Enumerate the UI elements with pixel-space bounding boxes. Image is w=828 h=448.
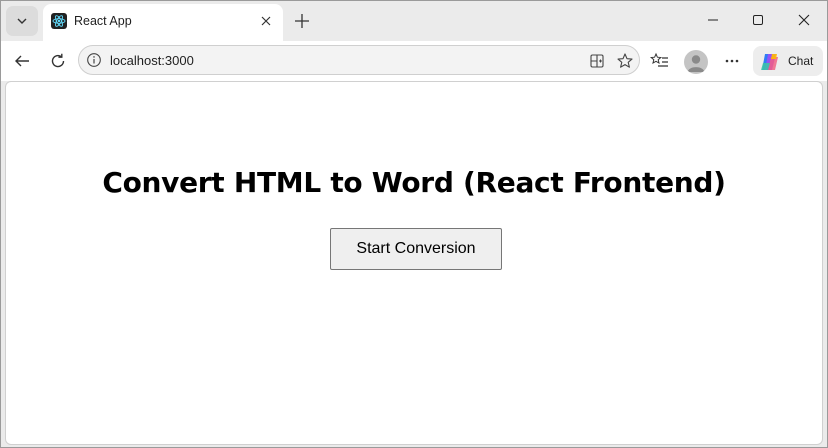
tab-actions-button[interactable] [6,6,38,36]
address-url: localhost:3000 [110,53,194,68]
start-conversion-button[interactable]: Start Conversion [330,228,502,270]
back-button[interactable] [8,47,36,75]
info-icon[interactable] [86,52,102,68]
copilot-chat-button[interactable]: Chat [753,46,823,76]
minimize-icon [707,14,719,26]
copilot-icon [759,51,781,73]
tab-close-button[interactable] [257,12,275,30]
back-arrow-icon [13,52,31,70]
maximize-button[interactable] [736,5,780,35]
close-icon [260,15,272,27]
new-tab-button[interactable] [291,10,313,32]
page-viewport: Convert HTML to Word (React Frontend) St… [5,81,823,445]
split-screen-icon[interactable] [586,50,608,72]
refresh-icon [49,52,67,70]
page-title: Convert HTML to Word (React Frontend) [102,166,726,199]
minimize-button[interactable] [691,5,735,35]
favorites-button[interactable] [646,47,674,75]
tab-title: React App [74,14,132,28]
tab-react-app[interactable]: React App [43,4,283,41]
browser-window: React App localhost:3000 Chat Convert HT… [0,0,828,448]
profile-avatar[interactable] [684,50,708,74]
chevron-down-icon [15,14,29,28]
browser-toolbar: localhost:3000 Chat [1,41,827,81]
tab-strip: React App [1,1,827,41]
maximize-icon [752,14,764,26]
more-button[interactable] [718,47,746,75]
plus-icon [294,13,310,29]
more-icon [724,53,740,69]
refresh-button[interactable] [44,47,72,75]
chat-label: Chat [788,54,814,68]
close-window-button[interactable] [782,5,826,35]
favorites-list-icon [650,52,670,70]
star-icon[interactable] [614,50,636,72]
address-bar[interactable]: localhost:3000 [78,45,640,75]
react-icon [51,13,67,29]
close-icon [798,14,810,26]
